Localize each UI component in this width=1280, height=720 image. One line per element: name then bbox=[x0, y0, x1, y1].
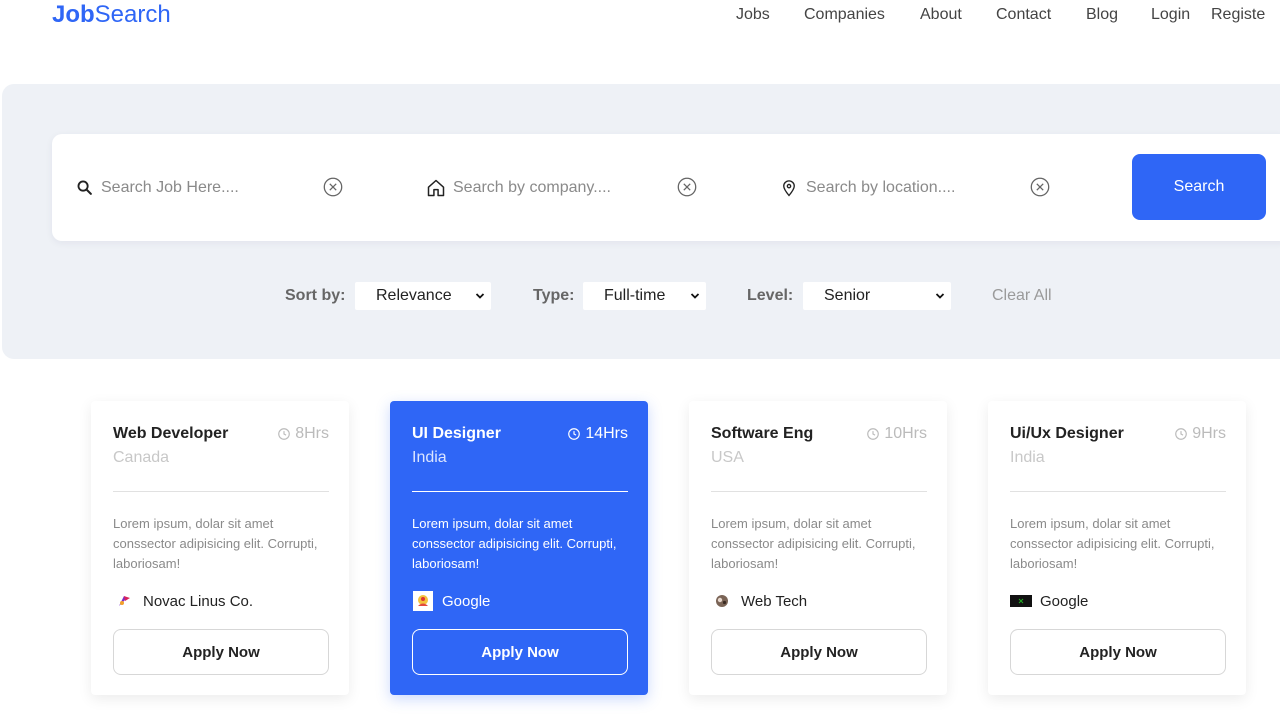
card-divider bbox=[412, 491, 628, 492]
chevron-down-icon bbox=[690, 293, 700, 299]
close-circle-icon[interactable] bbox=[322, 176, 344, 198]
job-country: Canada bbox=[113, 449, 170, 466]
company-name: Novac Linus Co. bbox=[143, 592, 254, 610]
nav-blog[interactable]: Blog bbox=[1086, 5, 1151, 25]
card-divider bbox=[711, 491, 927, 492]
apply-now-button[interactable]: Apply Now bbox=[113, 629, 329, 675]
nav-register[interactable]: Registe bbox=[1211, 5, 1265, 25]
company-search-input[interactable] bbox=[453, 178, 663, 197]
company-logo bbox=[113, 592, 135, 610]
job-description: Lorem ipsum, dolar sit amet conssector a… bbox=[1010, 516, 1215, 571]
level-select[interactable]: Senior bbox=[803, 282, 951, 310]
location-search-input[interactable] bbox=[806, 178, 1016, 197]
job-card[interactable]: UI Designer 14Hrs India Lorem ipsum, dol… bbox=[390, 401, 648, 695]
job-search-field bbox=[74, 134, 311, 241]
brand-part-search: Search bbox=[94, 1, 171, 28]
nav-about[interactable]: About bbox=[920, 5, 996, 25]
company-name: Google bbox=[1040, 592, 1089, 610]
search-bar bbox=[52, 134, 1280, 241]
job-title: Software Eng bbox=[711, 425, 814, 442]
job-country: USA bbox=[711, 449, 744, 466]
company-info: Google bbox=[1010, 592, 1088, 610]
card-divider bbox=[113, 491, 329, 492]
sort-select-value: Relevance bbox=[376, 287, 452, 304]
chevron-down-icon bbox=[935, 293, 945, 299]
location-search-field bbox=[779, 134, 1016, 241]
card-divider bbox=[1010, 491, 1226, 492]
company-info: Google bbox=[412, 591, 491, 611]
search-button[interactable]: Search bbox=[1132, 154, 1266, 220]
close-circle-icon[interactable] bbox=[676, 176, 698, 198]
job-time: 8Hrs bbox=[277, 425, 329, 443]
type-select-value: Full-time bbox=[604, 287, 666, 304]
company-name: Web Tech bbox=[741, 592, 808, 610]
home-icon bbox=[426, 178, 446, 198]
apply-now-button[interactable]: Apply Now bbox=[412, 629, 628, 675]
nav-companies[interactable]: Companies bbox=[804, 5, 920, 25]
apply-now-button[interactable]: Apply Now bbox=[711, 629, 927, 675]
nav-login[interactable]: Login bbox=[1151, 5, 1211, 25]
company-search-field bbox=[426, 134, 663, 241]
company-logo bbox=[412, 591, 434, 611]
company-name: Google bbox=[442, 592, 491, 610]
job-card[interactable]: Ui/Ux Designer 9Hrs India Lorem ipsum, d… bbox=[988, 401, 1246, 695]
main-nav: Jobs Companies About Contact Blog Login … bbox=[736, 5, 1265, 25]
type-select[interactable]: Full-time bbox=[583, 282, 706, 310]
job-time: 10Hrs bbox=[866, 425, 927, 443]
job-description: Lorem ipsum, dolar sit amet conssector a… bbox=[412, 516, 617, 571]
type-label: Type: bbox=[533, 287, 575, 304]
job-time-value: 14Hrs bbox=[585, 425, 628, 442]
brand-logo[interactable]: JobSearch bbox=[52, 1, 171, 29]
job-title: UI Designer bbox=[412, 425, 501, 442]
brand-part-job: Job bbox=[52, 1, 95, 28]
nav-contact[interactable]: Contact bbox=[996, 5, 1086, 25]
clock-icon bbox=[1175, 428, 1188, 440]
job-description: Lorem ipsum, dolar sit amet conssector a… bbox=[113, 516, 318, 571]
sort-label: Sort by: bbox=[285, 287, 346, 304]
chevron-down-icon bbox=[475, 293, 485, 299]
sort-select[interactable]: Relevance bbox=[355, 282, 491, 310]
level-select-value: Senior bbox=[824, 287, 871, 304]
close-circle-icon[interactable] bbox=[1029, 176, 1051, 198]
job-description: Lorem ipsum, dolar sit amet conssector a… bbox=[711, 516, 916, 571]
company-info: Web Tech bbox=[711, 592, 807, 610]
job-time-value: 9Hrs bbox=[1192, 425, 1226, 442]
job-card[interactable]: Web Developer 8Hrs Canada Lorem ipsum, d… bbox=[91, 401, 349, 695]
clock-icon bbox=[278, 428, 291, 440]
job-country: India bbox=[1010, 449, 1045, 466]
company-logo bbox=[1010, 592, 1032, 610]
clock-icon bbox=[867, 428, 880, 440]
job-time-value: 10Hrs bbox=[884, 425, 927, 442]
clock-icon bbox=[568, 428, 581, 440]
job-country: India bbox=[412, 449, 447, 466]
apply-now-button[interactable]: Apply Now bbox=[1010, 629, 1226, 675]
job-time: 14Hrs bbox=[567, 425, 628, 443]
nav-jobs[interactable]: Jobs bbox=[736, 5, 804, 25]
job-card[interactable]: Software Eng 10Hrs USA Lorem ipsum, dola… bbox=[689, 401, 947, 695]
level-label: Level: bbox=[747, 287, 794, 304]
job-time: 9Hrs bbox=[1174, 425, 1226, 443]
job-search-input[interactable] bbox=[101, 178, 311, 197]
company-logo bbox=[711, 592, 733, 610]
job-title: Ui/Ux Designer bbox=[1010, 425, 1124, 442]
job-title: Web Developer bbox=[113, 425, 229, 442]
location-pin-icon bbox=[779, 178, 799, 198]
job-time-value: 8Hrs bbox=[295, 425, 329, 442]
company-info: Novac Linus Co. bbox=[113, 592, 253, 610]
clear-all-button[interactable]: Clear All bbox=[992, 287, 1052, 305]
search-icon bbox=[74, 178, 94, 198]
